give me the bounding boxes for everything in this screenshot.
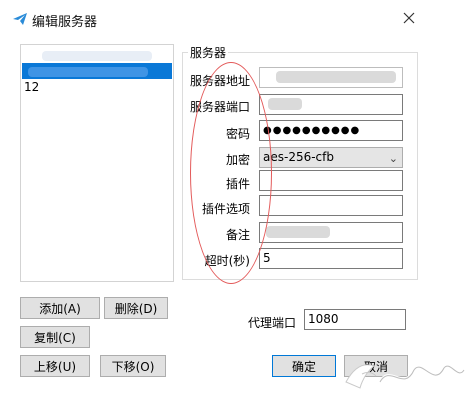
plugin-input[interactable] <box>259 170 403 191</box>
encryption-value: aes-256-cfb <box>263 150 334 164</box>
remarks-input[interactable] <box>259 222 403 243</box>
server-list[interactable]: 12 <box>20 44 174 282</box>
chevron-down-icon: ⌄ <box>388 152 398 165</box>
timeout-input[interactable]: 5 <box>259 248 403 269</box>
password-label: 密码 <box>225 127 250 141</box>
encryption-select[interactable]: aes-256-cfb ⌄ <box>259 147 403 168</box>
add-button[interactable]: 添加(A) <box>20 297 100 319</box>
encryption-label: 加密 <box>225 153 250 167</box>
address-input[interactable] <box>259 67 403 88</box>
port-input[interactable] <box>259 94 403 115</box>
proxy-port-input[interactable]: 1080 <box>304 309 406 330</box>
list-item[interactable] <box>22 47 172 63</box>
server-group-title: 服务器 <box>188 44 229 61</box>
timeout-label: 超时(秒) <box>204 254 250 268</box>
plugin-options-input[interactable] <box>259 195 403 216</box>
close-icon <box>403 12 415 24</box>
title-bar: 编辑服务器 <box>0 0 472 36</box>
delete-button[interactable]: 删除(D) <box>104 297 168 319</box>
move-up-button[interactable]: 上移(U) <box>20 355 90 377</box>
copy-button[interactable]: 复制(C) <box>20 326 90 348</box>
ok-button[interactable]: 确定 <box>272 355 336 377</box>
plugin-label: 插件 <box>225 177 250 191</box>
cancel-button[interactable]: 取消 <box>344 355 408 377</box>
paper-plane-icon <box>12 11 28 27</box>
list-item-selected[interactable] <box>22 63 172 79</box>
remarks-label: 备注 <box>225 228 250 242</box>
plugin-options-label: 插件选项 <box>201 202 250 216</box>
port-label: 服务器端口 <box>189 100 250 114</box>
password-input[interactable]: ●●●●●●●●●● <box>259 120 403 141</box>
blurred-text <box>276 71 396 83</box>
move-down-button[interactable]: 下移(O) <box>100 355 166 377</box>
list-item[interactable]: 12 <box>22 79 172 95</box>
proxy-port-label: 代理端口 <box>247 316 296 330</box>
list-item-label: 12 <box>24 80 40 94</box>
blurred-text <box>42 51 152 61</box>
edit-server-dialog: 编辑服务器 12 添加(A) 删除(D) 复制(C) 上移(U) 下移(O) 服… <box>0 0 472 400</box>
window-title: 编辑服务器 <box>32 15 98 30</box>
blurred-text <box>268 98 302 110</box>
address-label: 服务器地址 <box>189 74 250 88</box>
close-button[interactable] <box>400 9 418 27</box>
blurred-text <box>28 67 148 77</box>
blurred-text <box>266 226 330 238</box>
